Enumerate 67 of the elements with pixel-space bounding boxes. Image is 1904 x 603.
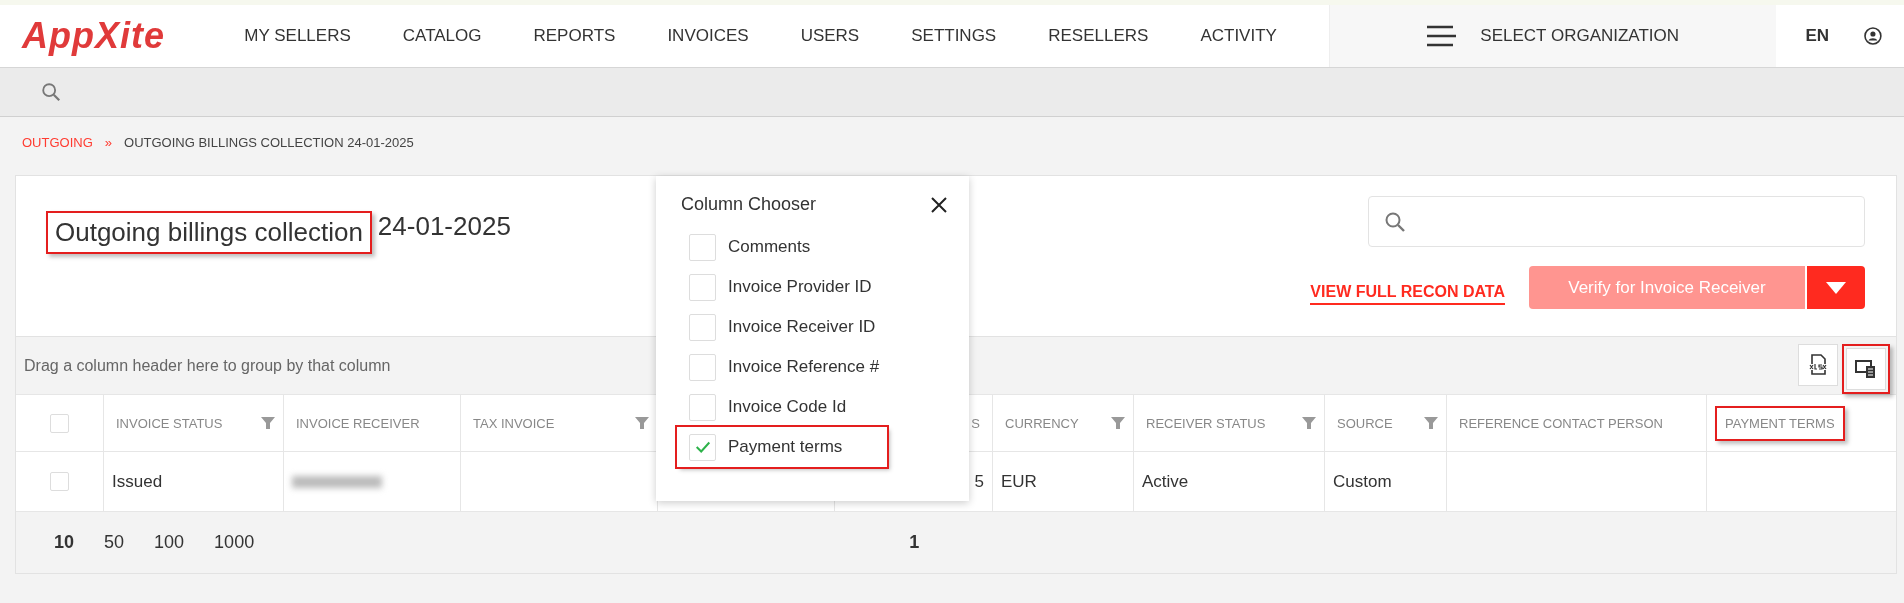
nav-item[interactable]: MY SELLERS — [244, 5, 351, 67]
checkbox[interactable] — [689, 393, 716, 421]
export-button[interactable] — [1798, 344, 1838, 386]
recon-data-link[interactable]: VIEW FULL RECON DATA — [1310, 270, 1505, 305]
table-cell: Active — [1142, 471, 1189, 492]
caret-icon — [1826, 281, 1846, 294]
column-option[interactable]: Payment terms — [677, 427, 887, 467]
page-number[interactable]: 1 — [909, 532, 920, 553]
column-header[interactable]: REFERENCE CONTACT PERSON — [1455, 413, 1667, 433]
table-cell: Issued — [112, 471, 163, 492]
checkbox[interactable] — [689, 313, 716, 341]
user-icon[interactable] — [1864, 27, 1882, 45]
group-hint: Drag a column header here to group by that column — [24, 356, 391, 375]
column-option[interactable]: Invoice Receiver ID — [681, 307, 947, 347]
dropdown-button[interactable] — [1807, 266, 1865, 309]
popup-title: Column Chooser — [681, 194, 817, 215]
table-cell: 5 — [974, 471, 984, 492]
search-icon — [40, 81, 62, 103]
column-header[interactable]: CURRENCY — [1001, 413, 1083, 433]
column-header[interactable]: RECEIVER STATUS — [1142, 413, 1270, 433]
column-option[interactable]: Comments — [681, 227, 947, 267]
logo[interactable]: AppXite — [0, 5, 245, 67]
nav-item[interactable]: RESELLERS — [1048, 5, 1149, 67]
nav-item[interactable]: REPORTS — [533, 5, 616, 67]
table-cell: EUR — [1001, 471, 1037, 492]
column-option[interactable]: Invoice Provider ID — [681, 267, 947, 307]
checkbox[interactable] — [689, 353, 716, 381]
column-option[interactable]: Invoice Reference # — [681, 347, 947, 387]
nav-item[interactable]: ACTIVITY — [1200, 5, 1277, 67]
nav-item[interactable]: USERS — [800, 5, 860, 67]
close-icon — [931, 196, 947, 213]
page-size-option[interactable]: 50 — [104, 532, 125, 553]
title-date: 24-01-2025 — [377, 211, 511, 243]
column-header[interactable]: S — [967, 413, 984, 433]
column-header[interactable]: TAX INVOICE — [469, 413, 559, 433]
organization-selector[interactable]: SELECT ORGANIZATION — [1328, 5, 1776, 67]
checkbox[interactable] — [689, 233, 716, 261]
page-size-option[interactable]: 1000 — [214, 532, 255, 553]
table-cell: Custom — [1333, 471, 1392, 492]
checkbox[interactable] — [50, 413, 69, 433]
columns-icon — [1855, 359, 1877, 379]
close-button[interactable] — [931, 196, 947, 213]
nav-item[interactable]: SETTINGS — [911, 5, 997, 67]
column-option[interactable]: Invoice Code Id — [681, 387, 947, 427]
checkbox[interactable] — [689, 433, 716, 461]
column-header[interactable]: PAYMENT TERMS — [1721, 413, 1839, 433]
filter-icon[interactable] — [1424, 416, 1438, 430]
filter-icon[interactable] — [261, 416, 275, 430]
filter-icon[interactable] — [1302, 416, 1316, 430]
page-size-option[interactable]: 10 — [54, 532, 75, 553]
spreadsheet-export-icon — [1808, 354, 1828, 376]
nav-item[interactable]: CATALOG — [402, 5, 482, 67]
filter-icon[interactable] — [635, 416, 649, 430]
page-size-option[interactable]: 100 — [154, 532, 185, 553]
column-header[interactable]: INVOICE RECEIVER — [292, 413, 424, 433]
breadcrumb-item: OUTGOING BILLINGS COLLECTION 24-01-2025 — [124, 135, 414, 150]
filter-icon[interactable] — [1111, 416, 1125, 430]
breadcrumb-separator: » — [104, 135, 112, 150]
column-header[interactable]: SOURCE — [1333, 413, 1397, 433]
language-selector[interactable]: EN — [1805, 5, 1830, 67]
page-title: Outgoing billings collection — [54, 217, 364, 248]
search-field[interactable] — [1368, 196, 1865, 247]
menu-icon — [1426, 25, 1457, 47]
column-header[interactable]: INVOICE STATUS — [112, 413, 227, 433]
nav-item[interactable]: INVOICES — [667, 5, 749, 67]
row-checkbox[interactable] — [50, 472, 69, 491]
checkbox[interactable] — [689, 273, 716, 301]
